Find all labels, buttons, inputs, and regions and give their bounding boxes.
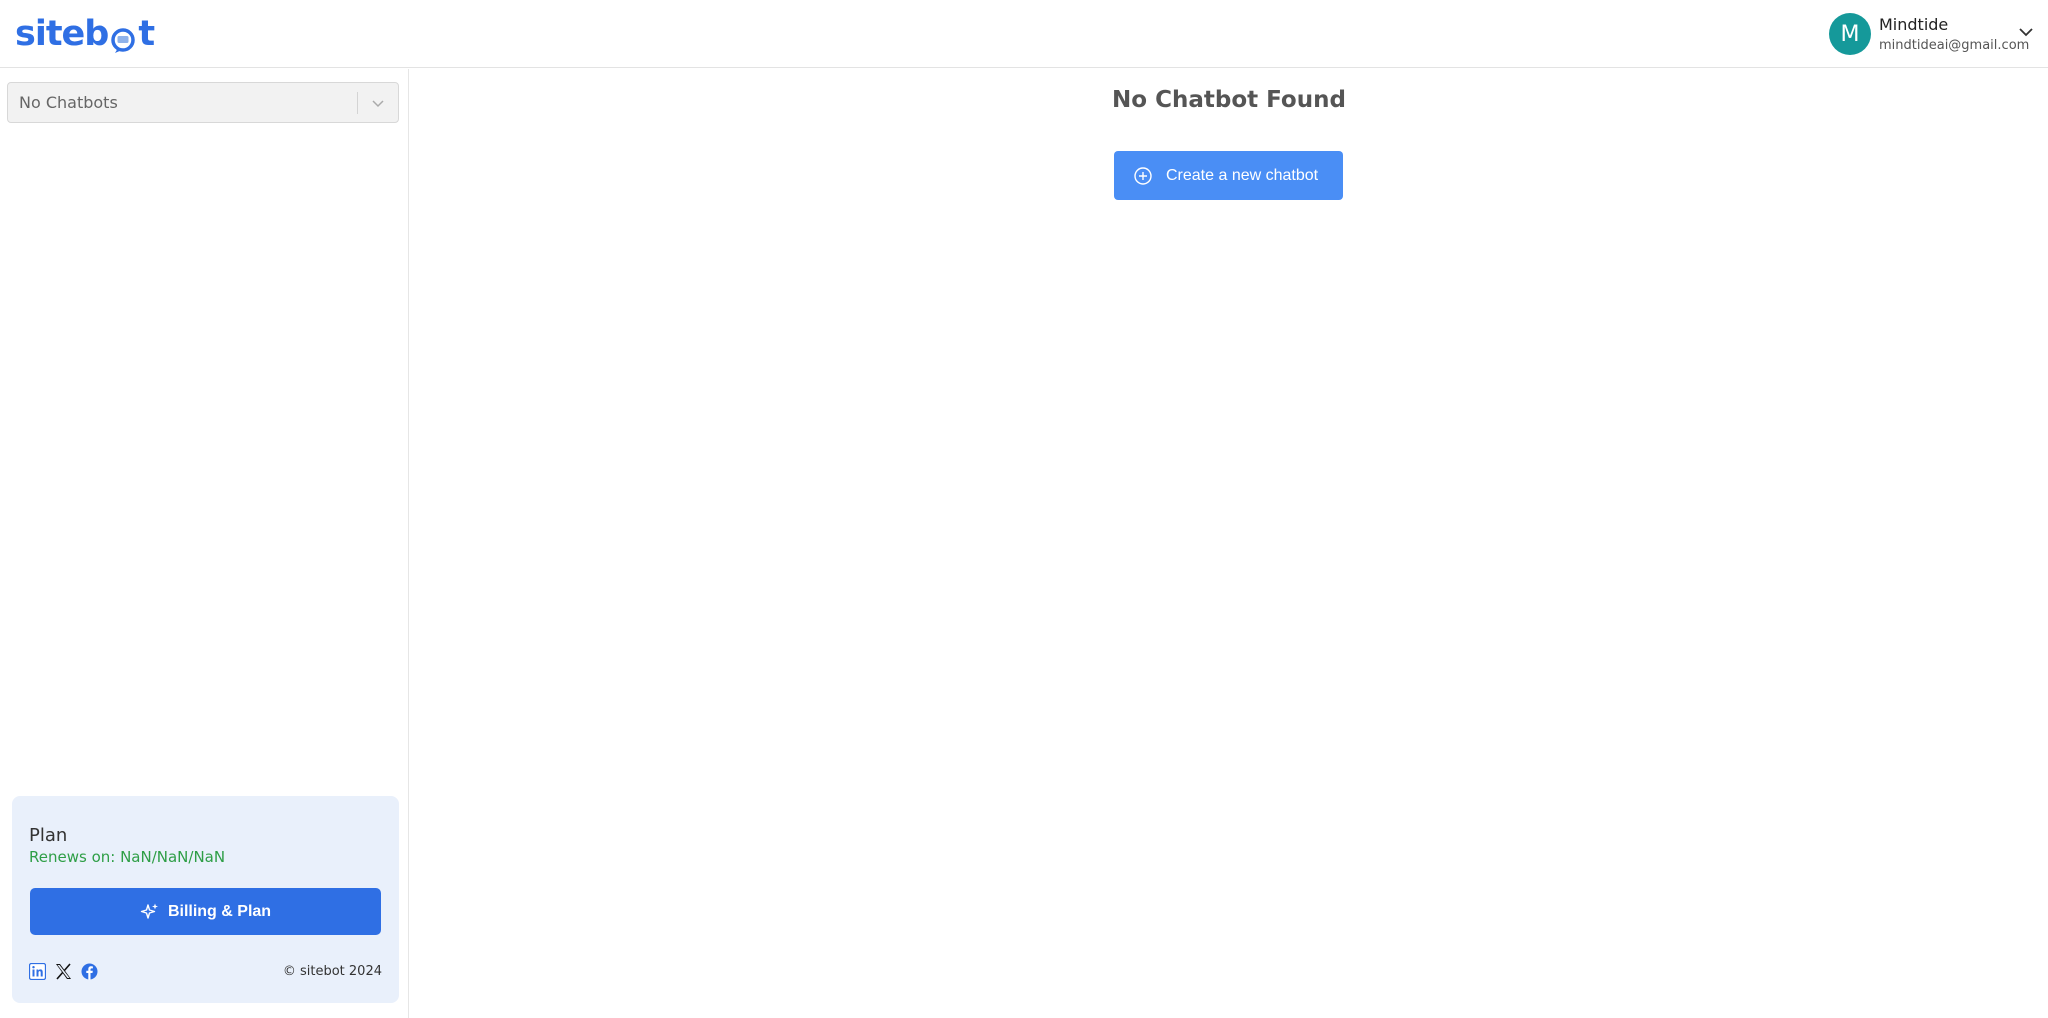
avatar: M (1829, 13, 1871, 55)
user-email: mindtideai@gmail.com (1879, 38, 2030, 53)
chatbot-select[interactable]: No Chatbots (7, 82, 399, 123)
sitebot-logo[interactable]: siteb t (15, 12, 155, 56)
create-chatbot-label: Create a new chatbot (1166, 166, 1319, 184)
chevron-down-icon[interactable] (358, 83, 398, 123)
main-content: No Chatbot Found Create a new chatbot (410, 69, 2048, 1018)
x-icon[interactable] (55, 963, 72, 980)
billing-plan-button[interactable]: Billing & Plan (30, 888, 381, 935)
logo-text-end: t (138, 14, 155, 54)
copyright-text: © sitebot 2024 (282, 964, 382, 979)
social-links (29, 963, 98, 980)
chevron-down-icon[interactable] (2016, 22, 2036, 42)
page-title: No Chatbot Found (1112, 87, 1346, 113)
facebook-icon[interactable] (81, 963, 98, 980)
plan-renewal-date: Renews on: NaN/NaN/NaN (29, 848, 226, 866)
plus-circle-icon (1134, 166, 1152, 185)
chatbot-select-value: No Chatbots (19, 93, 118, 112)
user-name: Mindtide (1879, 15, 1949, 34)
sparkles-icon (140, 903, 158, 919)
chat-bubble-icon (109, 24, 137, 53)
plan-title: Plan (29, 825, 68, 846)
top-bar: siteb t M Mindtide mindtideai@gmail.com (0, 0, 2048, 68)
plan-card: Plan Renews on: NaN/NaN/NaN Billing & Pl… (12, 796, 399, 1003)
sidebar: No Chatbots Plan Renews on: NaN/NaN/NaN … (0, 69, 409, 1018)
user-info: Mindtide mindtideai@gmail.com (1879, 15, 2029, 53)
linkedin-icon[interactable] (29, 963, 46, 980)
logo-text-start: siteb (15, 14, 109, 54)
create-chatbot-button[interactable]: Create a new chatbot (1114, 151, 1343, 200)
billing-plan-label: Billing & Plan (167, 902, 272, 920)
user-menu[interactable]: M Mindtide mindtideai@gmail.com (1788, 10, 2048, 58)
